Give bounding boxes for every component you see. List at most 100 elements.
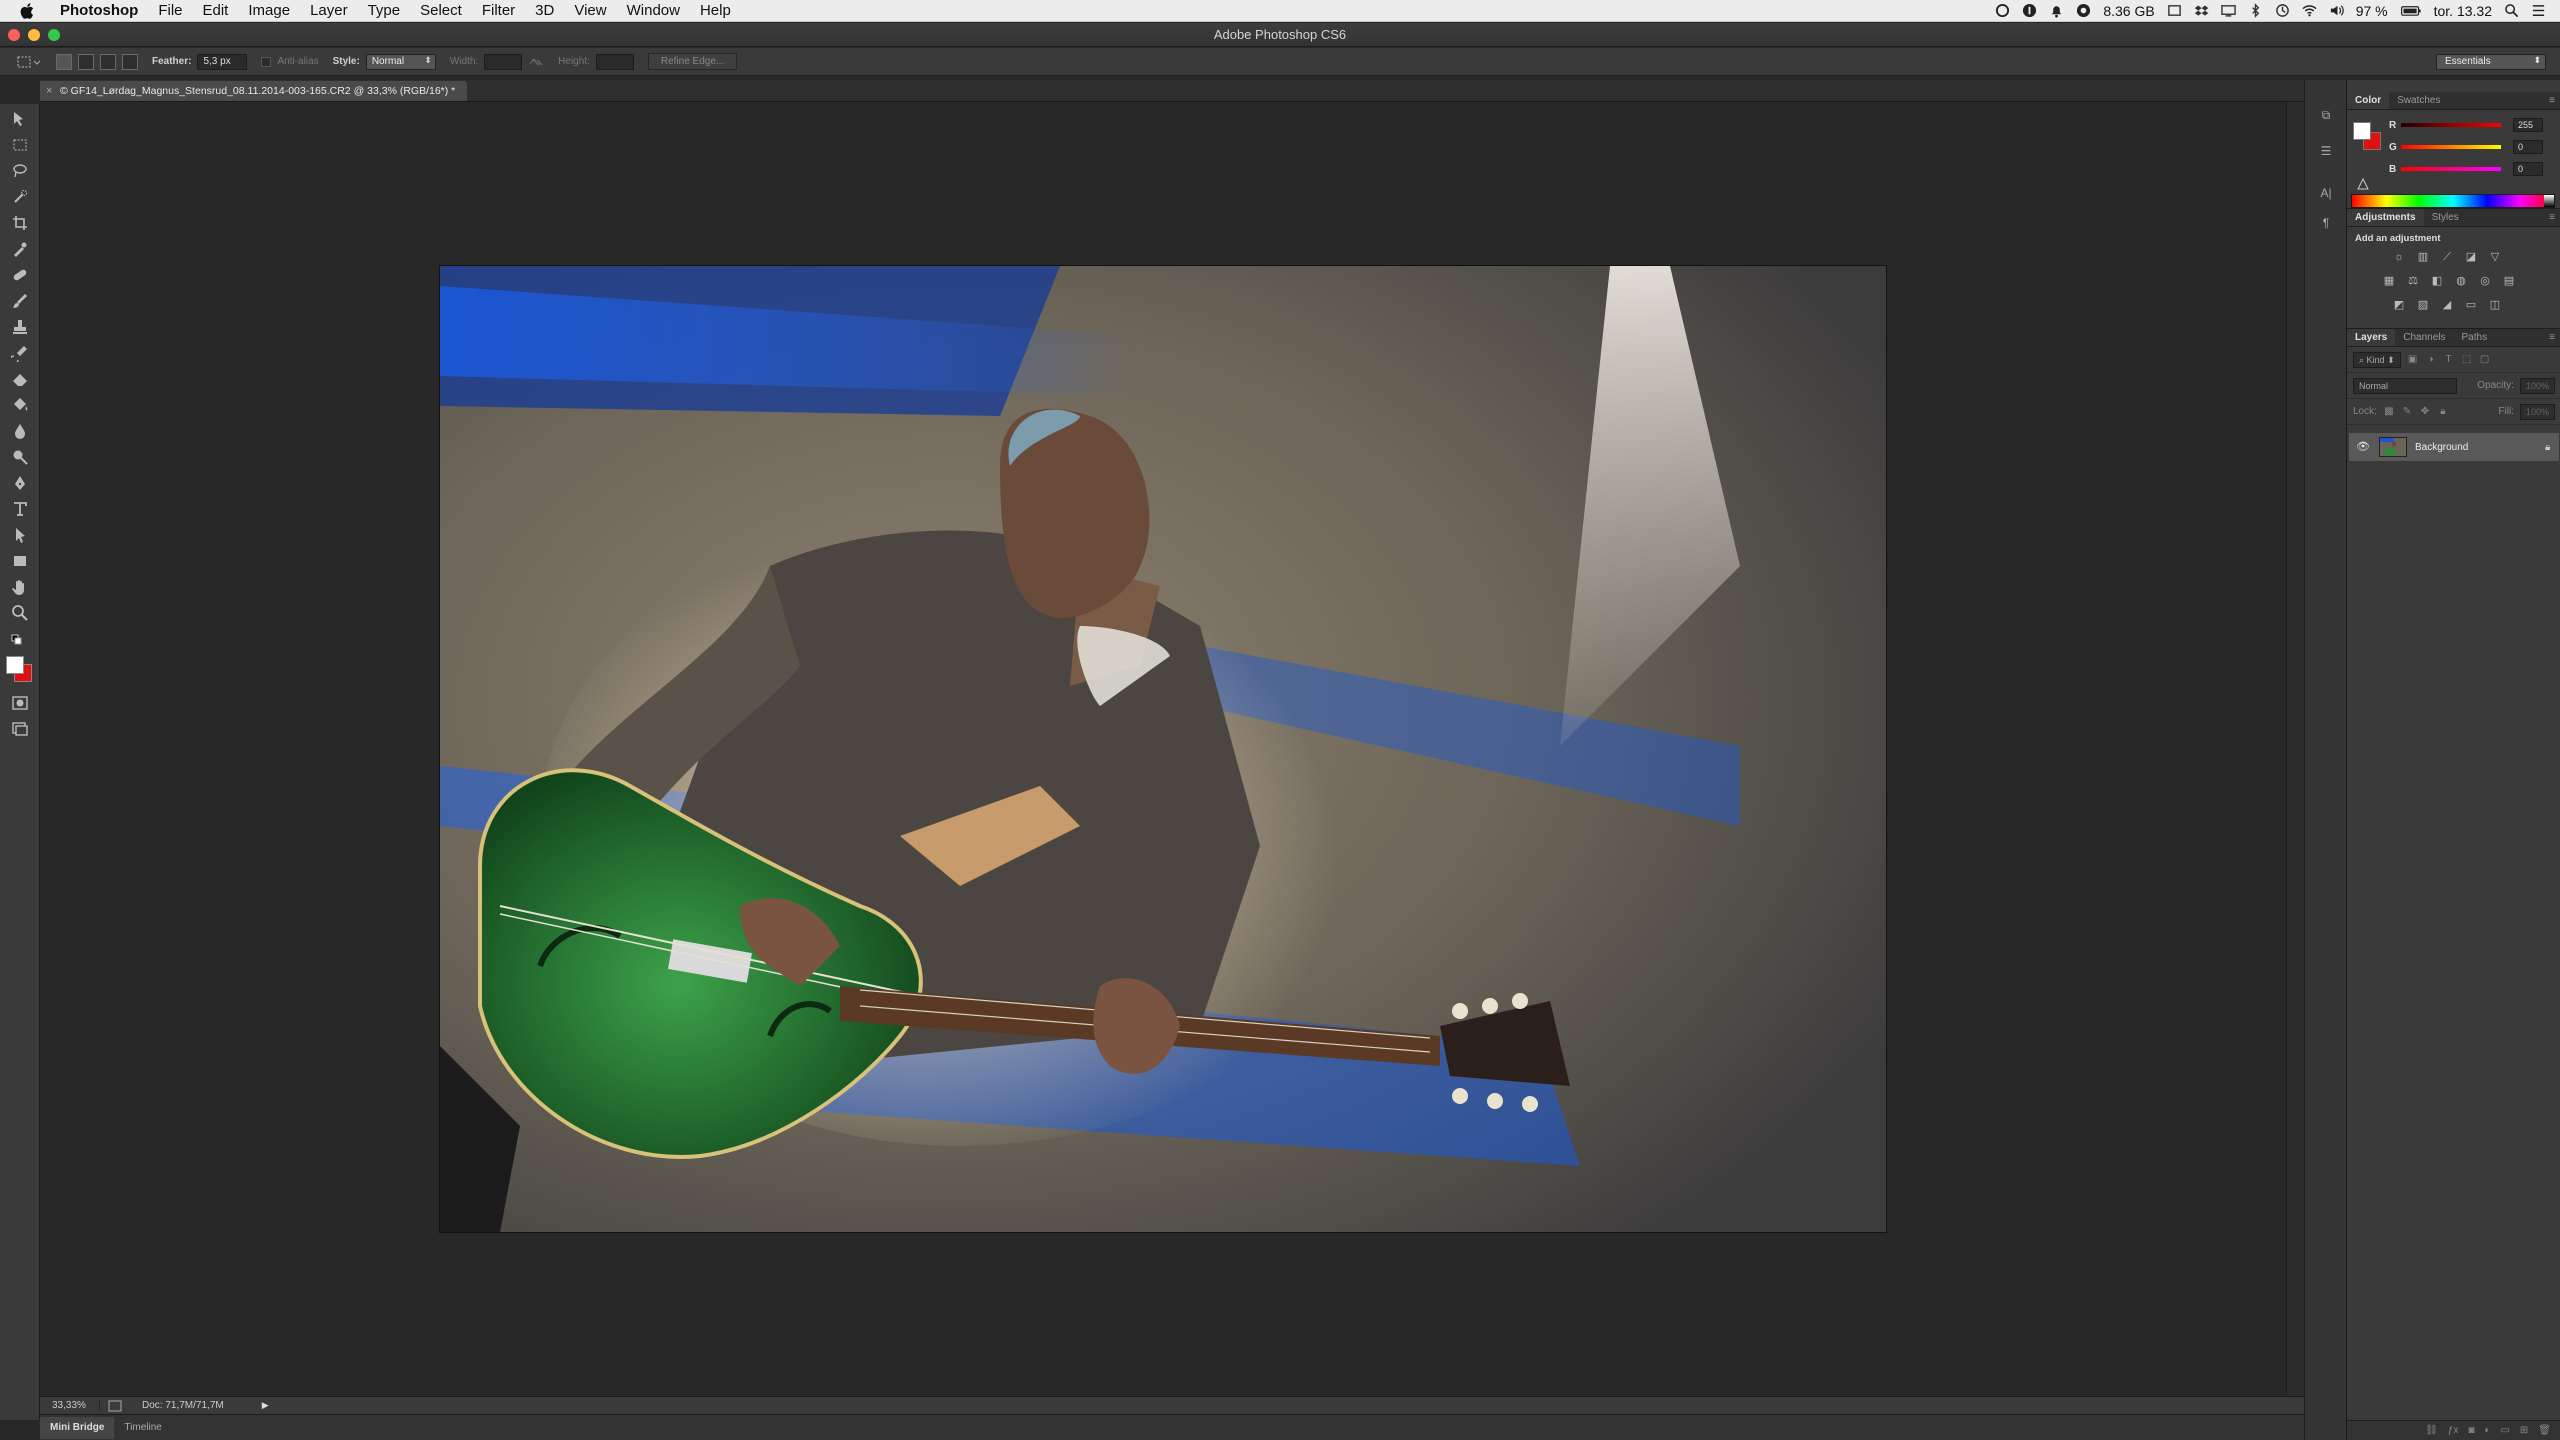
tab-timeline[interactable]: Timeline: [114, 1417, 171, 1439]
menu-window[interactable]: Window: [617, 2, 690, 19]
layer-name[interactable]: Background: [2415, 442, 2537, 453]
red-channel-value[interactable]: 255: [2513, 118, 2543, 132]
tab-color[interactable]: Color: [2347, 92, 2390, 109]
invert-icon[interactable]: ◩: [2391, 298, 2407, 312]
color-lookup-icon[interactable]: ▤: [2501, 274, 2517, 288]
blend-mode-select[interactable]: Normal: [2353, 377, 2457, 394]
sync-icon[interactable]: [2167, 3, 2182, 18]
paint-bucket-tool-icon[interactable]: [10, 396, 30, 416]
menu-help[interactable]: Help: [690, 2, 741, 19]
eyedropper-tool-icon[interactable]: [10, 240, 30, 260]
add-to-selection-button[interactable]: [78, 53, 94, 70]
gamut-warning-icon[interactable]: [2357, 178, 2369, 190]
apple-menu-icon[interactable]: [20, 2, 34, 19]
foreground-color-swatch[interactable]: [6, 656, 24, 674]
lock-image-icon[interactable]: ✎: [2401, 406, 2413, 418]
status-menu-arrow-icon[interactable]: ▶: [262, 1400, 269, 1411]
width-input[interactable]: [484, 53, 523, 70]
display-icon[interactable]: [2220, 3, 2236, 18]
style-select[interactable]: Normal: [365, 53, 436, 70]
menu-image[interactable]: Image: [238, 2, 300, 19]
hue-saturation-icon[interactable]: ▦: [2381, 274, 2397, 288]
tab-mini-bridge[interactable]: Mini Bridge: [40, 1416, 115, 1439]
new-adjustment-layer-icon[interactable]: ◐: [2484, 1425, 2490, 1436]
blur-tool-icon[interactable]: [10, 422, 30, 442]
add-layer-mask-icon[interactable]: ◙: [2468, 1425, 2474, 1436]
hand-tool-icon[interactable]: [10, 578, 30, 598]
intersect-selection-button[interactable]: [122, 53, 138, 70]
new-layer-icon[interactable]: ⊞: [2520, 1425, 2528, 1436]
bluetooth-icon[interactable]: [2248, 3, 2263, 18]
anti-alias-checkbox[interactable]: [261, 56, 272, 67]
menu-type[interactable]: Type: [358, 2, 411, 19]
volume-icon[interactable]: [2329, 3, 2344, 18]
menu-layer[interactable]: Layer: [300, 2, 358, 19]
height-input[interactable]: [595, 53, 634, 70]
dropbox-icon[interactable]: [2194, 3, 2209, 18]
marquee-preset-icon[interactable]: [16, 54, 42, 70]
lock-transparent-icon[interactable]: ▩: [2383, 406, 2395, 418]
menu-edit[interactable]: Edit: [193, 2, 239, 19]
swap-dimensions-icon[interactable]: [528, 56, 544, 68]
black-white-icon[interactable]: ◧: [2429, 274, 2445, 288]
adjustment-filter-icon[interactable]: ◑: [2425, 354, 2437, 366]
red-slider-track[interactable]: [2401, 123, 2501, 127]
green-channel-slider[interactable]: G 0: [2389, 140, 2559, 154]
screen-mode-icon[interactable]: [10, 720, 30, 740]
rectangle-tool-icon[interactable]: [10, 552, 30, 572]
vibrance-icon[interactable]: ▽: [2487, 250, 2503, 264]
type-filter-icon[interactable]: T: [2443, 354, 2455, 366]
delete-layer-icon[interactable]: 🗑︎: [2538, 1425, 2551, 1436]
tab-layers[interactable]: Layers: [2347, 329, 2396, 346]
opacity-input[interactable]: 100%: [2519, 377, 2555, 394]
exposure-icon[interactable]: ◪: [2463, 250, 2479, 264]
lock-all-icon[interactable]: 🔒︎: [2437, 406, 2449, 418]
shape-filter-icon[interactable]: ⬚: [2461, 354, 2473, 366]
battery-icon[interactable]: [2400, 3, 2422, 18]
tab-paths[interactable]: Paths: [2454, 329, 2496, 346]
menu-filter[interactable]: Filter: [472, 2, 525, 19]
layer-kind-filter[interactable]: ⌕ Kind ⬍: [2353, 351, 2401, 368]
workspace-switcher[interactable]: Essentials: [2436, 54, 2546, 70]
history-panel-icon[interactable]: ⧉: [2317, 106, 2335, 124]
threshold-icon[interactable]: ◢: [2439, 298, 2455, 312]
curves-icon[interactable]: ⟋: [2439, 250, 2455, 264]
type-tool-icon[interactable]: [10, 500, 30, 520]
layers-panel-menu-icon[interactable]: ≡: [2549, 329, 2560, 346]
color-balance-icon[interactable]: ⚖: [2405, 274, 2421, 288]
battery-percent[interactable]: 97 %: [2356, 3, 2388, 19]
default-colors-icon[interactable]: [10, 634, 30, 654]
channel-mixer-icon[interactable]: ◎: [2477, 274, 2493, 288]
menu-file[interactable]: File: [148, 2, 192, 19]
rectangular-marquee-tool-icon[interactable]: [10, 136, 30, 156]
color-spectrum-ramp[interactable]: [2351, 194, 2555, 208]
zoom-level[interactable]: 33,33%: [40, 1400, 100, 1411]
history-clock-icon[interactable]: [2275, 3, 2290, 18]
brush-tool-icon[interactable]: [10, 292, 30, 312]
tab-styles[interactable]: Styles: [2424, 209, 2467, 226]
new-group-icon[interactable]: ▭: [2500, 1425, 2509, 1436]
move-tool-icon[interactable]: [10, 110, 30, 130]
menu-select[interactable]: Select: [410, 2, 472, 19]
brightness-contrast-icon[interactable]: ☼: [2391, 250, 2407, 264]
pen-tool-icon[interactable]: [10, 474, 30, 494]
quick-mask-icon[interactable]: [10, 694, 30, 714]
creative-cloud-icon[interactable]: [1995, 3, 2010, 18]
fill-input[interactable]: 100%: [2519, 403, 2555, 420]
time-machine-icon[interactable]: [2076, 3, 2091, 18]
vertical-scrollbar[interactable]: [2286, 102, 2304, 1396]
green-slider-track[interactable]: [2401, 145, 2501, 149]
blue-channel-slider[interactable]: B 0: [2389, 162, 2559, 176]
subtract-from-selection-button[interactable]: [100, 53, 116, 70]
properties-panel-icon[interactable]: ☰: [2317, 142, 2335, 160]
eraser-tool-icon[interactable]: [10, 370, 30, 390]
color-panel-menu-icon[interactable]: ≡: [2549, 92, 2560, 109]
character-panel-icon[interactable]: A|: [2317, 184, 2335, 202]
document-profile-icon[interactable]: [108, 1400, 122, 1412]
layer-row-background[interactable]: 👁︎ Background 🔒︎: [2349, 433, 2559, 461]
tab-channels[interactable]: Channels: [2395, 329, 2453, 346]
tab-adjustments[interactable]: Adjustments: [2347, 209, 2424, 226]
menu-view[interactable]: View: [564, 2, 616, 19]
dodge-tool-icon[interactable]: [10, 448, 30, 468]
feather-input[interactable]: 5,3 px: [197, 53, 248, 70]
